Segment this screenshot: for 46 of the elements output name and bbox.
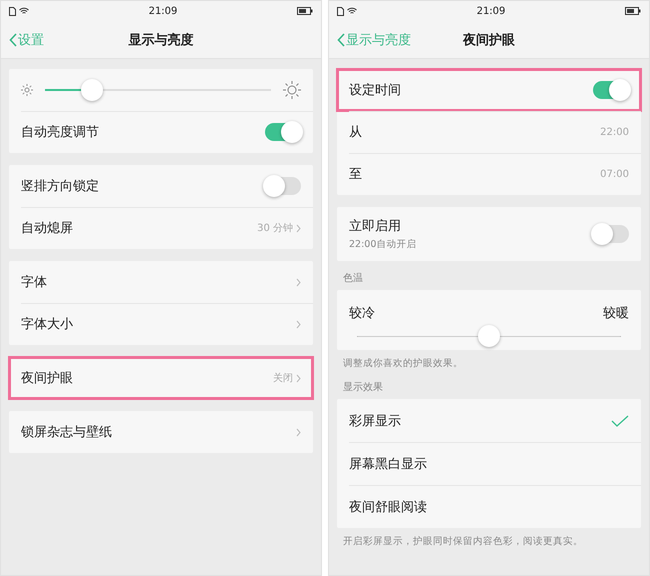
slider-thumb[interactable] — [81, 79, 104, 101]
toggle-switch[interactable] — [593, 225, 629, 243]
screen-title: 夜间护眼 — [463, 32, 515, 48]
toggle-switch[interactable] — [265, 177, 301, 195]
chevron-icon — [296, 320, 301, 328]
chevron-icon — [296, 278, 301, 286]
row-label: 自动亮度调节 — [21, 124, 99, 141]
settings-row[interactable]: 锁屏杂志与壁纸 — [9, 411, 313, 453]
range-max-label: 较暖 — [603, 304, 629, 322]
back-icon — [337, 32, 345, 46]
chevron-icon — [296, 224, 301, 232]
wifi-icon — [19, 7, 29, 15]
row-label: 至 — [349, 166, 362, 183]
range-min-label: 较冷 — [349, 304, 375, 322]
battery-icon — [624, 7, 641, 15]
battery-icon — [296, 7, 313, 15]
section-caption: 开启彩屏显示，护眼同时保留内容色彩，阅读更真实。 — [342, 535, 584, 548]
toggle-switch[interactable] — [265, 123, 301, 141]
section-caption: 调整成你喜欢的护眼效果。 — [342, 357, 464, 370]
back-icon — [9, 32, 17, 46]
sun-large-icon — [283, 81, 301, 99]
sun-small-icon — [21, 84, 33, 96]
sim-icon — [9, 6, 16, 16]
wifi-icon — [347, 7, 357, 15]
row-label: 从 — [349, 124, 362, 141]
chevron-icon — [296, 374, 301, 382]
option-row[interactable]: 屏幕黑白显示 — [337, 442, 641, 485]
settings-row[interactable]: 自动熄屏 30 分钟 — [9, 207, 313, 249]
row-label: 立即启用 — [349, 218, 402, 235]
screen-title: 显示与亮度 — [128, 32, 194, 48]
row-label: 竖排方向锁定 — [21, 178, 99, 195]
option-row[interactable]: 夜间舒眼阅读 — [337, 485, 641, 528]
row-label: 设定时间 — [349, 82, 401, 99]
settings-row[interactable]: 字体大小 — [9, 303, 313, 345]
option-row[interactable]: 彩屏显示 — [337, 399, 641, 442]
status-time: 21:09 — [148, 6, 178, 16]
toggle-switch[interactable] — [593, 81, 629, 99]
row-subtitle: 22:00自动开启 — [349, 238, 416, 251]
section-label: 显示效果 — [342, 381, 384, 395]
chevron-icon — [296, 428, 301, 436]
slider-thumb[interactable] — [478, 324, 500, 346]
settings-row[interactable]: 夜间护眼 关闭 — [9, 357, 313, 399]
sim-icon — [337, 6, 344, 16]
settings-row[interactable]: 字体 — [9, 261, 313, 303]
section-label: 色温 — [342, 272, 364, 286]
status-time: 21:09 — [476, 6, 506, 16]
